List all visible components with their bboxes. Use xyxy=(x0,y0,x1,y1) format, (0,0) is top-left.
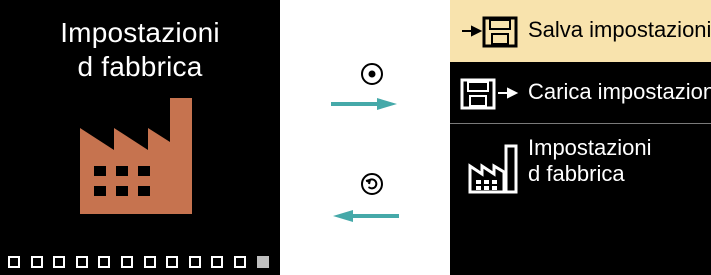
factory-chimney xyxy=(170,98,192,214)
right-device-screen: Salva impostazioni Carica impostazioni I… xyxy=(450,0,711,275)
menu-label-load-settings: Carica impostazioni xyxy=(528,79,711,104)
save-floppy-arrow-icon xyxy=(462,16,518,48)
page-indicator-square xyxy=(98,256,110,268)
stage: Impostazioni d fabbrica Salva impostazio… xyxy=(0,0,711,275)
page-indicator-square xyxy=(211,256,223,268)
menu-label-factory-line2: d fabbrica xyxy=(528,161,625,186)
forward-arrow-icon xyxy=(331,98,397,110)
menu-item-factory-settings[interactable]: Impostazioni d fabbrica xyxy=(450,124,711,214)
confirm-dot-circle-icon[interactable] xyxy=(360,62,384,86)
factory-outline-icon xyxy=(468,144,518,194)
left-device-screen: Impostazioni d fabbrica xyxy=(0,0,280,275)
page-indicator-square xyxy=(8,256,20,268)
load-floppy-arrow-icon xyxy=(460,78,519,110)
menu-item-load-settings[interactable]: Carica impostazioni xyxy=(450,62,711,124)
factory-icon-svg xyxy=(80,98,192,214)
back-circle-arrow-icon[interactable] xyxy=(360,172,384,196)
menu-label-save-settings: Salva impostazioni xyxy=(528,17,711,42)
left-title-line1: Impostazioni xyxy=(60,17,220,48)
page-indicator-square xyxy=(257,256,269,268)
page-indicator-square xyxy=(166,256,178,268)
page-indicator-square xyxy=(189,256,201,268)
page-indicator xyxy=(0,256,280,270)
menu-item-save-settings[interactable]: Salva impostazioni xyxy=(450,0,711,62)
page-indicator-square xyxy=(53,256,65,268)
menu-label-factory-line1: Impostazioni xyxy=(528,135,652,160)
page-indicator-square xyxy=(144,256,156,268)
page-indicator-square xyxy=(76,256,88,268)
left-title-line2: d fabbrica xyxy=(77,51,203,82)
page-indicator-square xyxy=(31,256,43,268)
left-screen-title: Impostazioni d fabbrica xyxy=(0,16,280,84)
page-indicator-square xyxy=(234,256,246,268)
back-arrow-icon xyxy=(333,210,399,222)
factory-icon xyxy=(78,92,204,214)
menu-label-factory-settings: Impostazioni d fabbrica xyxy=(528,135,652,187)
page-indicator-square xyxy=(121,256,133,268)
